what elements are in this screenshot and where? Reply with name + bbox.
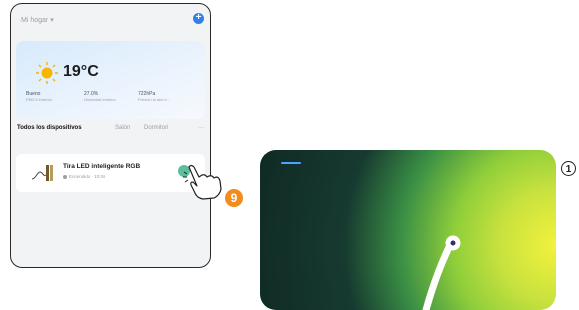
- pointing-hand-icon: [183, 164, 222, 200]
- step-badge-1: 1: [561, 161, 576, 176]
- add-device-button[interactable]: +: [193, 13, 204, 24]
- device-card[interactable]: Tira LED inteligente RGB Encendido · 10:…: [16, 154, 205, 192]
- stat-humidity: 27.0% Humedad exterior: [84, 91, 116, 103]
- led-strip-icon: [31, 165, 53, 181]
- chevron-down-icon: ▾: [50, 17, 54, 24]
- more-tabs-button[interactable]: ···: [198, 125, 204, 131]
- home-selector[interactable]: Mi hogar ▾: [21, 16, 54, 24]
- stat-label: Presión al aire li...: [138, 97, 170, 102]
- home-title: Mi hogar: [21, 17, 49, 24]
- sun-icon: [36, 62, 58, 84]
- weather-card: 19°C Bueno PM2.5 exterior 27.0% Humedad …: [16, 41, 205, 119]
- device-name: Tira LED inteligente RGB: [63, 163, 141, 170]
- step-badge-9: 9: [225, 189, 243, 207]
- device-status: Encendido · 10:0s: [69, 174, 106, 179]
- stat-label: Humedad exterior: [84, 97, 116, 102]
- color-picker-wheel[interactable]: [260, 150, 556, 310]
- tab-dormitorio[interactable]: Dormitori: [144, 125, 168, 131]
- color-control-screen: [260, 150, 556, 310]
- status-dot: [63, 175, 67, 179]
- stat-pressure: 722hPa Presión al aire li...: [138, 91, 170, 103]
- phone-screen-home: Mi hogar ▾ + 19°C Bueno PM2.5 exterior 2…: [10, 3, 211, 268]
- temperature: 19°C: [63, 63, 99, 80]
- stat-label: PM2.5 exterior: [26, 97, 53, 102]
- tab-all-devices[interactable]: Todos los dispositivos: [17, 125, 82, 131]
- stat-air-quality: Bueno PM2.5 exterior: [26, 91, 52, 103]
- plus-icon: +: [195, 12, 202, 23]
- tab-salon[interactable]: Salón: [115, 125, 130, 131]
- room-tabs: Todos los dispositivos Salón Dormitori ·…: [17, 125, 207, 137]
